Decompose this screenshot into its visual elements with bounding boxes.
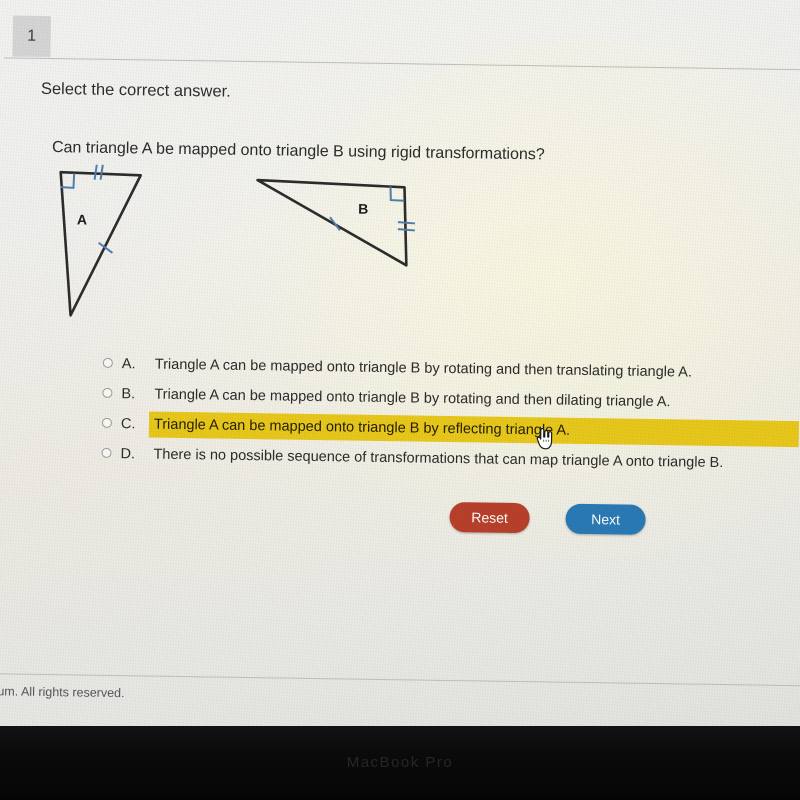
radio-button-a[interactable] (102, 357, 113, 368)
photograph-frame: 1 Select the correct answer. Can triangl… (0, 0, 800, 800)
question-number-tab[interactable]: 1 (12, 15, 51, 58)
laptop-screen: 1 Select the correct answer. Can triangl… (0, 0, 800, 744)
footer-divider (0, 672, 800, 687)
laptop-bezel: MacBook Pro (0, 726, 800, 800)
question-number-label: 1 (27, 27, 37, 45)
answer-letter-c: C. (120, 416, 136, 433)
laptop-brand-label: MacBook Pro (346, 754, 454, 771)
triangle-b-right-angle-mark (389, 186, 405, 202)
radio-button-d[interactable] (101, 447, 112, 458)
triangle-figures: A B (40, 160, 472, 331)
triangle-a-figure: A (59, 164, 142, 317)
footer-copyright: ntum. All rights reserved. (0, 684, 125, 701)
action-buttons: Reset Next (449, 501, 646, 535)
triangle-b-figure: B (256, 178, 416, 267)
triangle-b-outline (256, 178, 408, 267)
answer-text-a: Triangle A can be mapped onto triangle B… (154, 356, 693, 381)
radio-button-c[interactable] (101, 417, 113, 428)
figures-svg: A B (59, 164, 416, 317)
triangle-a-tick-top-1 (93, 164, 98, 180)
reset-button[interactable]: Reset (449, 501, 530, 534)
answer-text-d: There is no possible sequence of transfo… (153, 446, 724, 472)
answer-text-b: Triangle A can be mapped onto triangle B… (154, 386, 671, 411)
triangle-b-tick-right-2 (397, 228, 415, 232)
answer-letter-b: B. (121, 386, 136, 403)
answer-options-list: A. Triangle A can be mapped onto triangl… (0, 347, 800, 479)
answer-letter-a: A. (121, 356, 136, 373)
radio-button-b[interactable] (102, 387, 113, 398)
answer-text-c: Triangle A can be mapped onto triangle B… (153, 416, 571, 439)
next-button[interactable]: Next (565, 503, 646, 535)
answer-letter-d: D. (120, 446, 136, 463)
instruction-text: Select the correct answer. (40, 79, 231, 101)
triangle-a-label: A (77, 211, 87, 227)
triangle-b-label: B (358, 201, 368, 217)
triangle-b-tick-right-1 (397, 221, 416, 225)
tab-divider (4, 57, 800, 71)
quiz-page: 1 Select the correct answer. Can triangl… (0, 0, 800, 719)
triangle-a-tick-top-2 (99, 164, 104, 180)
